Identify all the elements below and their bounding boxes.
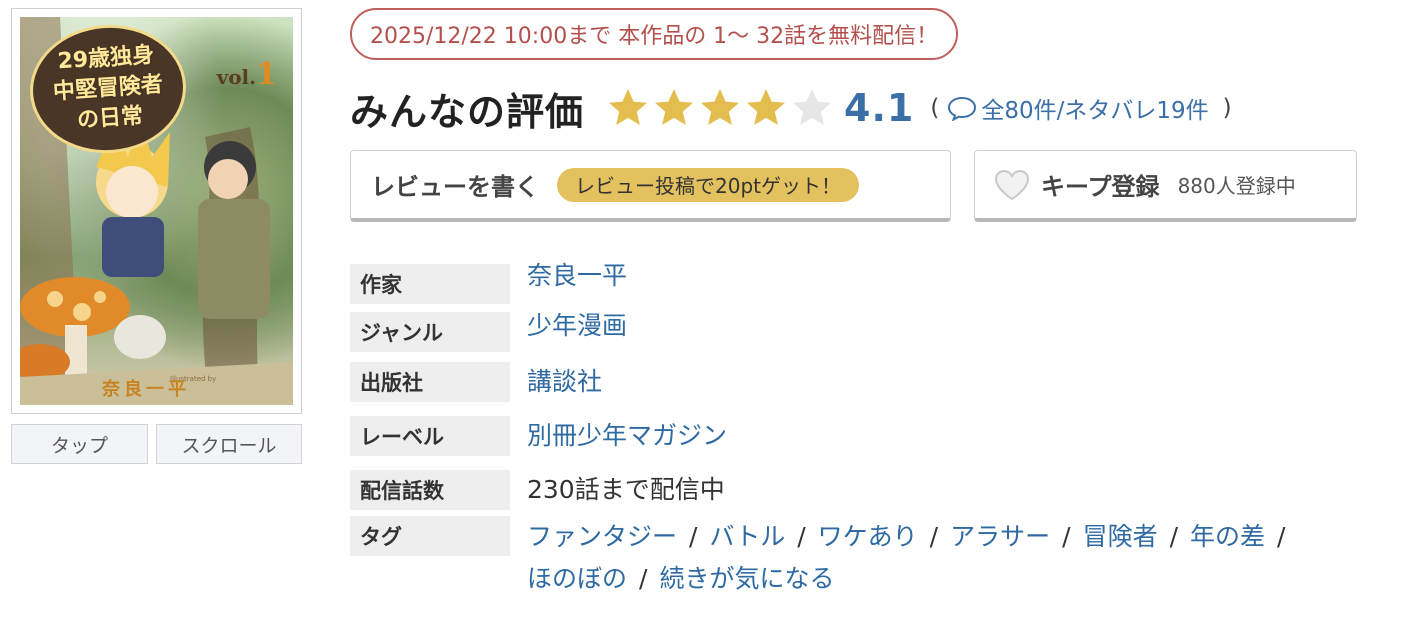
cover-title-line: の日常 [76,103,144,134]
action-buttons: レビューを書く レビュー投稿で20ptゲット！ キープ登録 880人登録中 [350,150,1357,222]
heart-icon [994,169,1030,200]
publisher-link[interactable]: 講談社 [527,367,602,396]
cover-volume: vol.1 [217,57,277,92]
info-label-episodes: 配信話数 [350,470,510,510]
tag-link[interactable]: 年の差 [1190,522,1265,551]
info-label-genre: ジャンル [350,312,510,352]
info-label-author: 作家 [350,264,510,304]
info-value-genre: 少年漫画 [527,306,627,352]
star-icon [793,89,832,125]
tag-separator: / [929,522,939,551]
info-label-tags: タグ [350,516,510,556]
info-row-label: レーベル 別冊少年マガジン [350,416,1410,456]
tag-link[interactable]: 冒険者 [1083,522,1158,551]
imprint-link[interactable]: 別冊少年マガジン [527,421,727,450]
cover-volume-prefix: vol. [216,65,257,89]
info-row-tags: タグ ファンタジー / バトル / ワケあり / アラサー / 冒険者 / 年の差 / ほのぼの / 続きが… [350,516,1410,600]
review-points-badge: レビュー投稿で20ptゲット！ [557,167,859,202]
keep-register-button[interactable]: キープ登録 880人登録中 [974,150,1357,222]
star-rating [606,86,834,130]
cover-volume-number: 1 [256,57,277,92]
cover-view-tabs: タップ スクロール [11,424,302,464]
info-row-publisher: 出版社 講談社 [350,362,1410,402]
speech-bubble-icon [948,96,977,121]
write-review-button[interactable]: レビューを書く レビュー投稿で20ptゲット！ [350,150,951,222]
keep-register-label: キープ登録 [1041,173,1160,201]
tag-link[interactable]: ほのぼの [527,564,627,593]
info-row-episodes: 配信話数 230話まで配信中 [350,470,1410,510]
author-link[interactable]: 奈良一平 [527,261,627,290]
star-icon [655,89,694,125]
cover-title-line: 中堅冒険者 [52,72,164,105]
tag-separator: / [639,564,648,593]
close-paren: ) [1222,95,1232,121]
info-value-episodes: 230話まで配信中 [527,475,725,504]
cover-art: 29歳独身 中堅冒険者 の日常 vol.1 Illustrated by 奈良一… [20,17,293,405]
info-value-publisher: 講談社 [527,362,602,402]
manga-detail-page: 29歳独身 中堅冒険者 の日常 vol.1 Illustrated by 奈良一… [0,0,1414,634]
star-icon [609,89,648,125]
tag-list: ファンタジー / バトル / ワケあり / アラサー / 冒険者 / 年の差 / ほのぼの / 続きが気にな… [527,516,1407,600]
star-icon [747,89,786,125]
genre-link[interactable]: 少年漫画 [527,311,627,340]
info-value-imprint: 別冊少年マガジン [527,416,727,456]
cover-author: 奈良一平 [102,379,190,400]
info-value-author: 奈良一平 [527,256,627,304]
tag-link[interactable]: ワケあり [818,522,918,551]
rating-heading: みんなの評価 [350,89,585,134]
tag-separator: / [1062,522,1071,551]
tag-link[interactable]: バトル [709,522,785,551]
rating-score: 4.1 [844,86,915,130]
tap-view-button[interactable]: タップ [11,424,148,464]
info-row-author: 作家 奈良一平 [350,261,1410,304]
tag-link[interactable]: ファンタジー [527,522,677,551]
tag-link[interactable]: 続きが気になる [659,564,834,593]
star-icon [701,89,740,125]
rating-row: みんなの評価 4.1 ( 全80件/ネタバレ19件 ) [350,78,1232,138]
info-label-imprint: レーベル [350,416,510,456]
info-row-genre: ジャンル 少年漫画 [350,311,1410,352]
free-promo-badge: 2025/12/22 10:00まで 本作品の 1〜 32話を無料配信！ [350,8,959,60]
tag-separator: / [1169,522,1179,551]
work-info-table: 作家 奈良一平 ジャンル 少年漫画 出版社 講談社 レーベル 別冊少年マガジン … [350,258,1410,593]
tag-separator: / [689,522,698,551]
info-label-publisher: 出版社 [350,362,510,402]
keep-register-count: 880人登録中 [1177,174,1296,198]
tag-link[interactable]: アラサー [950,522,1050,551]
tag-separator: / [1277,522,1286,551]
tag-separator: / [797,522,806,551]
cover-image[interactable]: 29歳独身 中堅冒険者 の日常 vol.1 Illustrated by 奈良一… [11,8,302,414]
review-count-link[interactable]: 全80件/ネタバレ19件 [981,91,1208,125]
open-paren: ( [930,95,940,121]
write-review-label: レビューを書く [371,173,539,201]
scroll-view-button[interactable]: スクロール [156,424,302,464]
review-count: ( 全80件/ネタバレ19件 ) [930,91,1231,125]
